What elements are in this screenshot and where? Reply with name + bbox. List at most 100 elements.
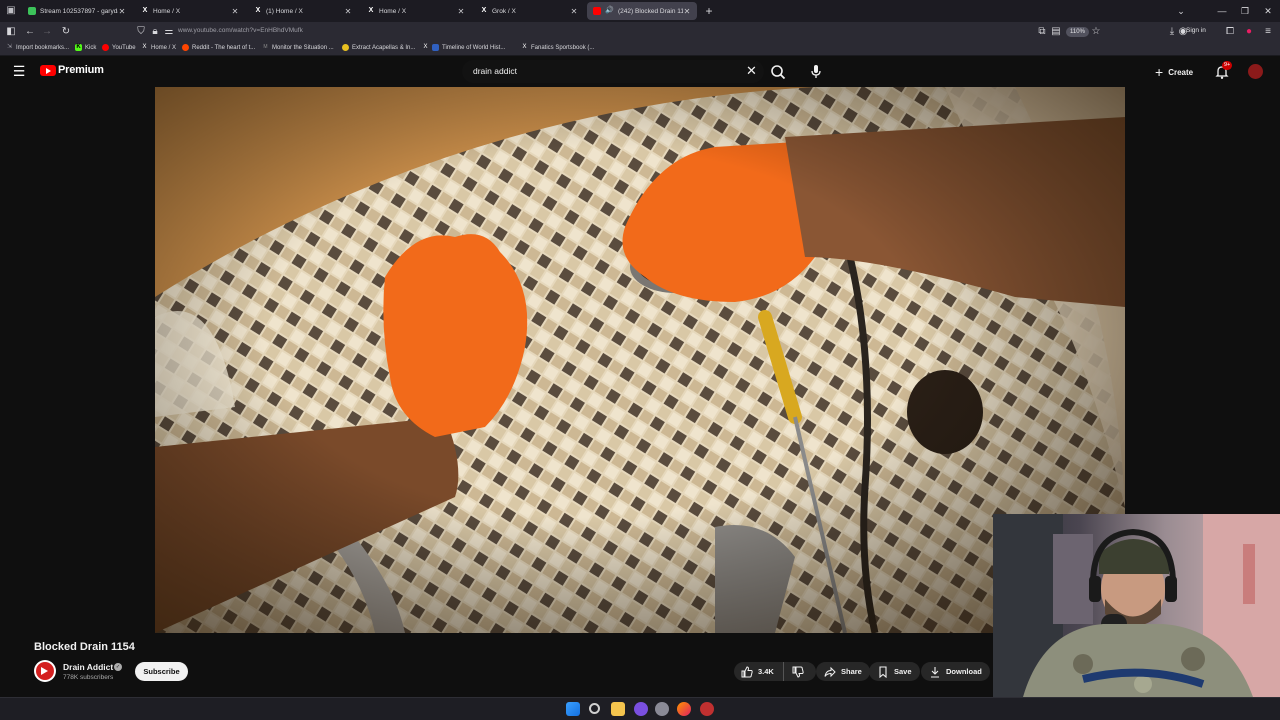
picture-in-picture-icon[interactable]: ⧉: [1035, 25, 1049, 39]
minimize-icon[interactable]: —: [1215, 4, 1229, 18]
close-tab-icon[interactable]: ✕: [570, 7, 578, 16]
like-button[interactable]: 3.4K: [734, 662, 784, 681]
channel-avatar[interactable]: [34, 660, 56, 682]
bookmark-item[interactable]: Reddit - The heart of t...: [182, 44, 255, 51]
video-player[interactable]: [155, 87, 1125, 633]
x-icon: X: [368, 7, 374, 14]
like-count: 3.4K: [758, 667, 774, 676]
new-tab-button[interactable]: +: [702, 4, 716, 18]
browser-tab[interactable]: X Home / X ✕: [135, 2, 245, 20]
close-tab-icon[interactable]: ✕: [231, 7, 239, 16]
app-icon[interactable]: [700, 702, 714, 716]
app-icon[interactable]: [634, 702, 648, 716]
create-button[interactable]: + Create: [1155, 63, 1193, 81]
extensions-icon[interactable]: ⧠: [1223, 25, 1237, 39]
save-button[interactable]: Save: [869, 662, 920, 681]
bookmark-item[interactable]: X Fanatics Sportsbook (...: [521, 44, 594, 51]
video-title: Blocked Drain 1154: [34, 641, 135, 653]
plus-icon: +: [1155, 64, 1164, 80]
browser-nav-bar: ◧ ← → ↻ ⛉ 🔒︎ ⚌ www.youtube.com/watch?v=E…: [0, 22, 1280, 42]
stream-icon: [28, 7, 36, 15]
forward-icon[interactable]: →: [40, 25, 54, 39]
search-input[interactable]: drain addict ✕: [462, 60, 764, 83]
search-button[interactable]: [768, 62, 788, 82]
bookmark-item[interactable]: X Timeline of World Hist...: [422, 44, 505, 51]
firefox-icon[interactable]: [677, 702, 691, 716]
clear-search-icon[interactable]: ✕: [746, 63, 757, 79]
subscribe-button[interactable]: Subscribe: [135, 662, 188, 681]
close-tab-icon[interactable]: ✕: [118, 7, 126, 16]
search-taskbar-icon[interactable]: [589, 703, 600, 714]
subscriber-count: 778K subscribers: [63, 674, 114, 681]
windows-start-icon[interactable]: [566, 702, 580, 716]
browser-tab-active[interactable]: 🔊 (242) Blocked Drain 1154 ✕: [587, 2, 697, 20]
speaker-icon[interactable]: 🔊: [605, 7, 614, 15]
bookmark-item[interactable]: ⇲ Import bookmarks...: [6, 44, 69, 51]
save-playlist-icon: [879, 665, 887, 678]
browser-tab[interactable]: Stream 102537897 - garydavid ✕: [22, 2, 132, 20]
timeline-icon: [432, 44, 439, 51]
extension-badge-icon[interactable]: ●: [1242, 25, 1256, 39]
back-icon[interactable]: ←: [23, 25, 37, 39]
address-bar[interactable]: www.youtube.com/watch?v=EnHBhdVMufk: [178, 27, 303, 34]
bookmark-item[interactable]: X Home / X: [141, 44, 176, 51]
bookmark-item[interactable]: Extract Acapellas & In...: [342, 44, 415, 51]
search-query[interactable]: drain addict: [473, 66, 517, 76]
monitor-icon: M: [263, 44, 268, 50]
share-icon: [824, 666, 836, 677]
youtube-masthead: ☰ Premium drain addict ✕ + Create 9+: [0, 56, 1280, 87]
lock-icon[interactable]: 🔒︎: [148, 25, 162, 39]
webcam-image: [993, 514, 1280, 697]
youtube-icon: [102, 44, 109, 51]
notification-count-badge: 9+: [1222, 61, 1233, 70]
download-button[interactable]: Download: [921, 662, 990, 681]
browser-tab[interactable]: X Grok / X ✕: [474, 2, 584, 20]
webcam-overlay: [993, 514, 1280, 697]
restore-icon[interactable]: ❐: [1238, 4, 1252, 18]
close-tab-icon[interactable]: ✕: [457, 7, 465, 16]
x-icon: X: [423, 44, 428, 50]
x-icon: X: [142, 7, 148, 14]
youtube-logo-icon[interactable]: [40, 65, 56, 76]
bookmarks-bar: ⇲ Import bookmarks... K Kick YouTube X H…: [0, 42, 1280, 56]
settings-gear-icon[interactable]: [655, 702, 669, 716]
thumbs-down-icon: [792, 666, 804, 678]
video-frame-image: [155, 87, 1125, 633]
share-button[interactable]: Share: [816, 662, 870, 681]
permissions-icon[interactable]: ⚌: [162, 25, 176, 39]
file-explorer-icon[interactable]: [611, 702, 625, 716]
channel-name[interactable]: Drain Addict: [63, 662, 113, 672]
reload-icon[interactable]: ↻: [59, 25, 73, 39]
browser-tab[interactable]: X Home / X ✕: [361, 2, 471, 20]
close-tab-icon[interactable]: ✕: [683, 7, 691, 16]
bookmark-star-icon[interactable]: ☆: [1089, 25, 1103, 39]
tab-overview-icon[interactable]: ▣: [4, 4, 18, 18]
app-menu-icon[interactable]: ≡: [1261, 25, 1275, 39]
dislike-button[interactable]: [784, 662, 816, 681]
close-tab-icon[interactable]: ✕: [344, 7, 352, 16]
search-icon: [771, 65, 786, 80]
youtube-icon: [593, 7, 601, 15]
close-window-icon[interactable]: ✕: [1261, 4, 1275, 18]
sign-in-button[interactable]: Sign in: [1186, 27, 1206, 34]
extract-icon: [342, 44, 349, 51]
zoom-level[interactable]: 110%: [1066, 27, 1089, 37]
voice-search-button[interactable]: [806, 62, 826, 82]
account-avatar[interactable]: [1248, 64, 1263, 79]
list-tabs-icon[interactable]: ⌄: [1174, 4, 1188, 18]
bookmark-item[interactable]: M Monitor the Situation ...: [262, 44, 333, 51]
tracking-shield-icon[interactable]: ⛉: [134, 25, 148, 39]
x-icon: X: [522, 44, 527, 50]
x-icon: X: [481, 7, 487, 14]
hamburger-menu-icon[interactable]: ☰: [12, 64, 26, 78]
youtube-premium-logo[interactable]: Premium: [58, 64, 104, 76]
browser-tab[interactable]: X (1) Home / X ✕: [248, 2, 358, 20]
bookmark-item[interactable]: K Kick: [75, 44, 96, 51]
thumbs-up-icon: [741, 665, 753, 677]
os-taskbar: [0, 697, 1280, 720]
kick-icon: K: [75, 44, 82, 51]
sidebar-toggle-icon[interactable]: ◧: [4, 25, 18, 39]
import-icon: ⇲: [6, 44, 13, 50]
reader-view-icon[interactable]: ▤: [1049, 25, 1063, 39]
bookmark-item[interactable]: YouTube: [102, 44, 136, 51]
